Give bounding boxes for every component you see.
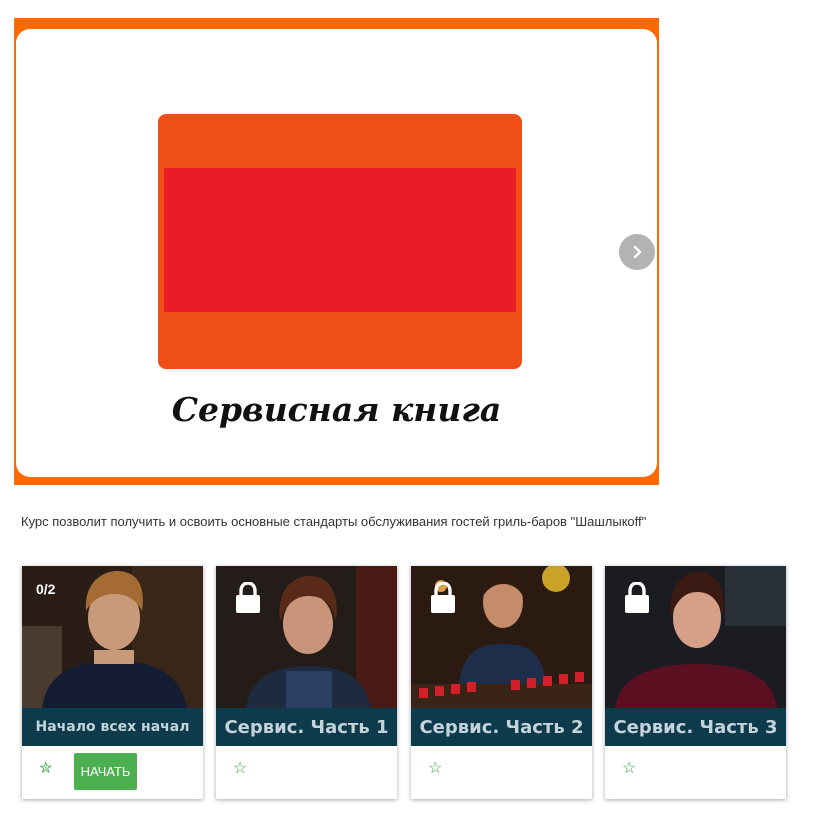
- lesson-title: Сервис. Часть 3: [613, 716, 778, 738]
- lesson-caption-bar: Сервис. Часть 1: [216, 708, 397, 746]
- lesson-card[interactable]: Начало всех начал 0/2 ✮ НАЧАТЬ: [22, 566, 203, 799]
- lesson-card[interactable]: Сервис. Часть 3 ☆: [605, 566, 786, 799]
- next-slide-button[interactable]: [619, 234, 655, 270]
- lesson-thumbnail[interactable]: Начало всех начал 0/2: [22, 566, 203, 746]
- lesson-title: Сервис. Часть 2: [419, 716, 584, 738]
- banner-card: Сервисная книга: [16, 29, 657, 477]
- star-icon[interactable]: ☆: [233, 761, 247, 777]
- star-icon[interactable]: ☆: [428, 761, 442, 777]
- banner-title: Сервисная книга: [171, 390, 502, 429]
- course-description: Курс позволит получить и освоить основны…: [21, 514, 647, 529]
- star-half-icon[interactable]: ✮: [39, 761, 52, 777]
- lesson-thumbnail[interactable]: Сервис. Часть 1: [216, 566, 397, 746]
- lesson-thumbnail[interactable]: Сервис. Часть 2: [411, 566, 592, 746]
- lock-icon: [236, 582, 260, 613]
- lesson-card[interactable]: Сервис. Часть 2 ☆: [411, 566, 592, 799]
- chevron-right-icon: [633, 245, 642, 259]
- lesson-title: Сервис. Часть 1: [224, 716, 389, 738]
- brand-logo: [158, 114, 522, 369]
- star-icon[interactable]: ☆: [622, 761, 636, 777]
- lock-icon: [625, 582, 649, 613]
- start-lesson-button[interactable]: НАЧАТЬ: [74, 753, 137, 790]
- brand-logo-red-block: [164, 168, 516, 312]
- lesson-caption-bar: Сервис. Часть 3: [605, 708, 786, 746]
- lesson-card[interactable]: Сервис. Часть 1 ☆: [216, 566, 397, 799]
- lesson-title: Начало всех начал: [35, 719, 190, 735]
- lesson-caption-bar: Сервис. Часть 2: [411, 708, 592, 746]
- lesson-caption-bar: Начало всех начал: [22, 708, 203, 746]
- lesson-progress: 0/2: [36, 581, 56, 597]
- lesson-thumbnail[interactable]: Сервис. Часть 3: [605, 566, 786, 746]
- course-banner: Сервисная книга: [14, 18, 659, 485]
- lock-icon: [431, 582, 455, 613]
